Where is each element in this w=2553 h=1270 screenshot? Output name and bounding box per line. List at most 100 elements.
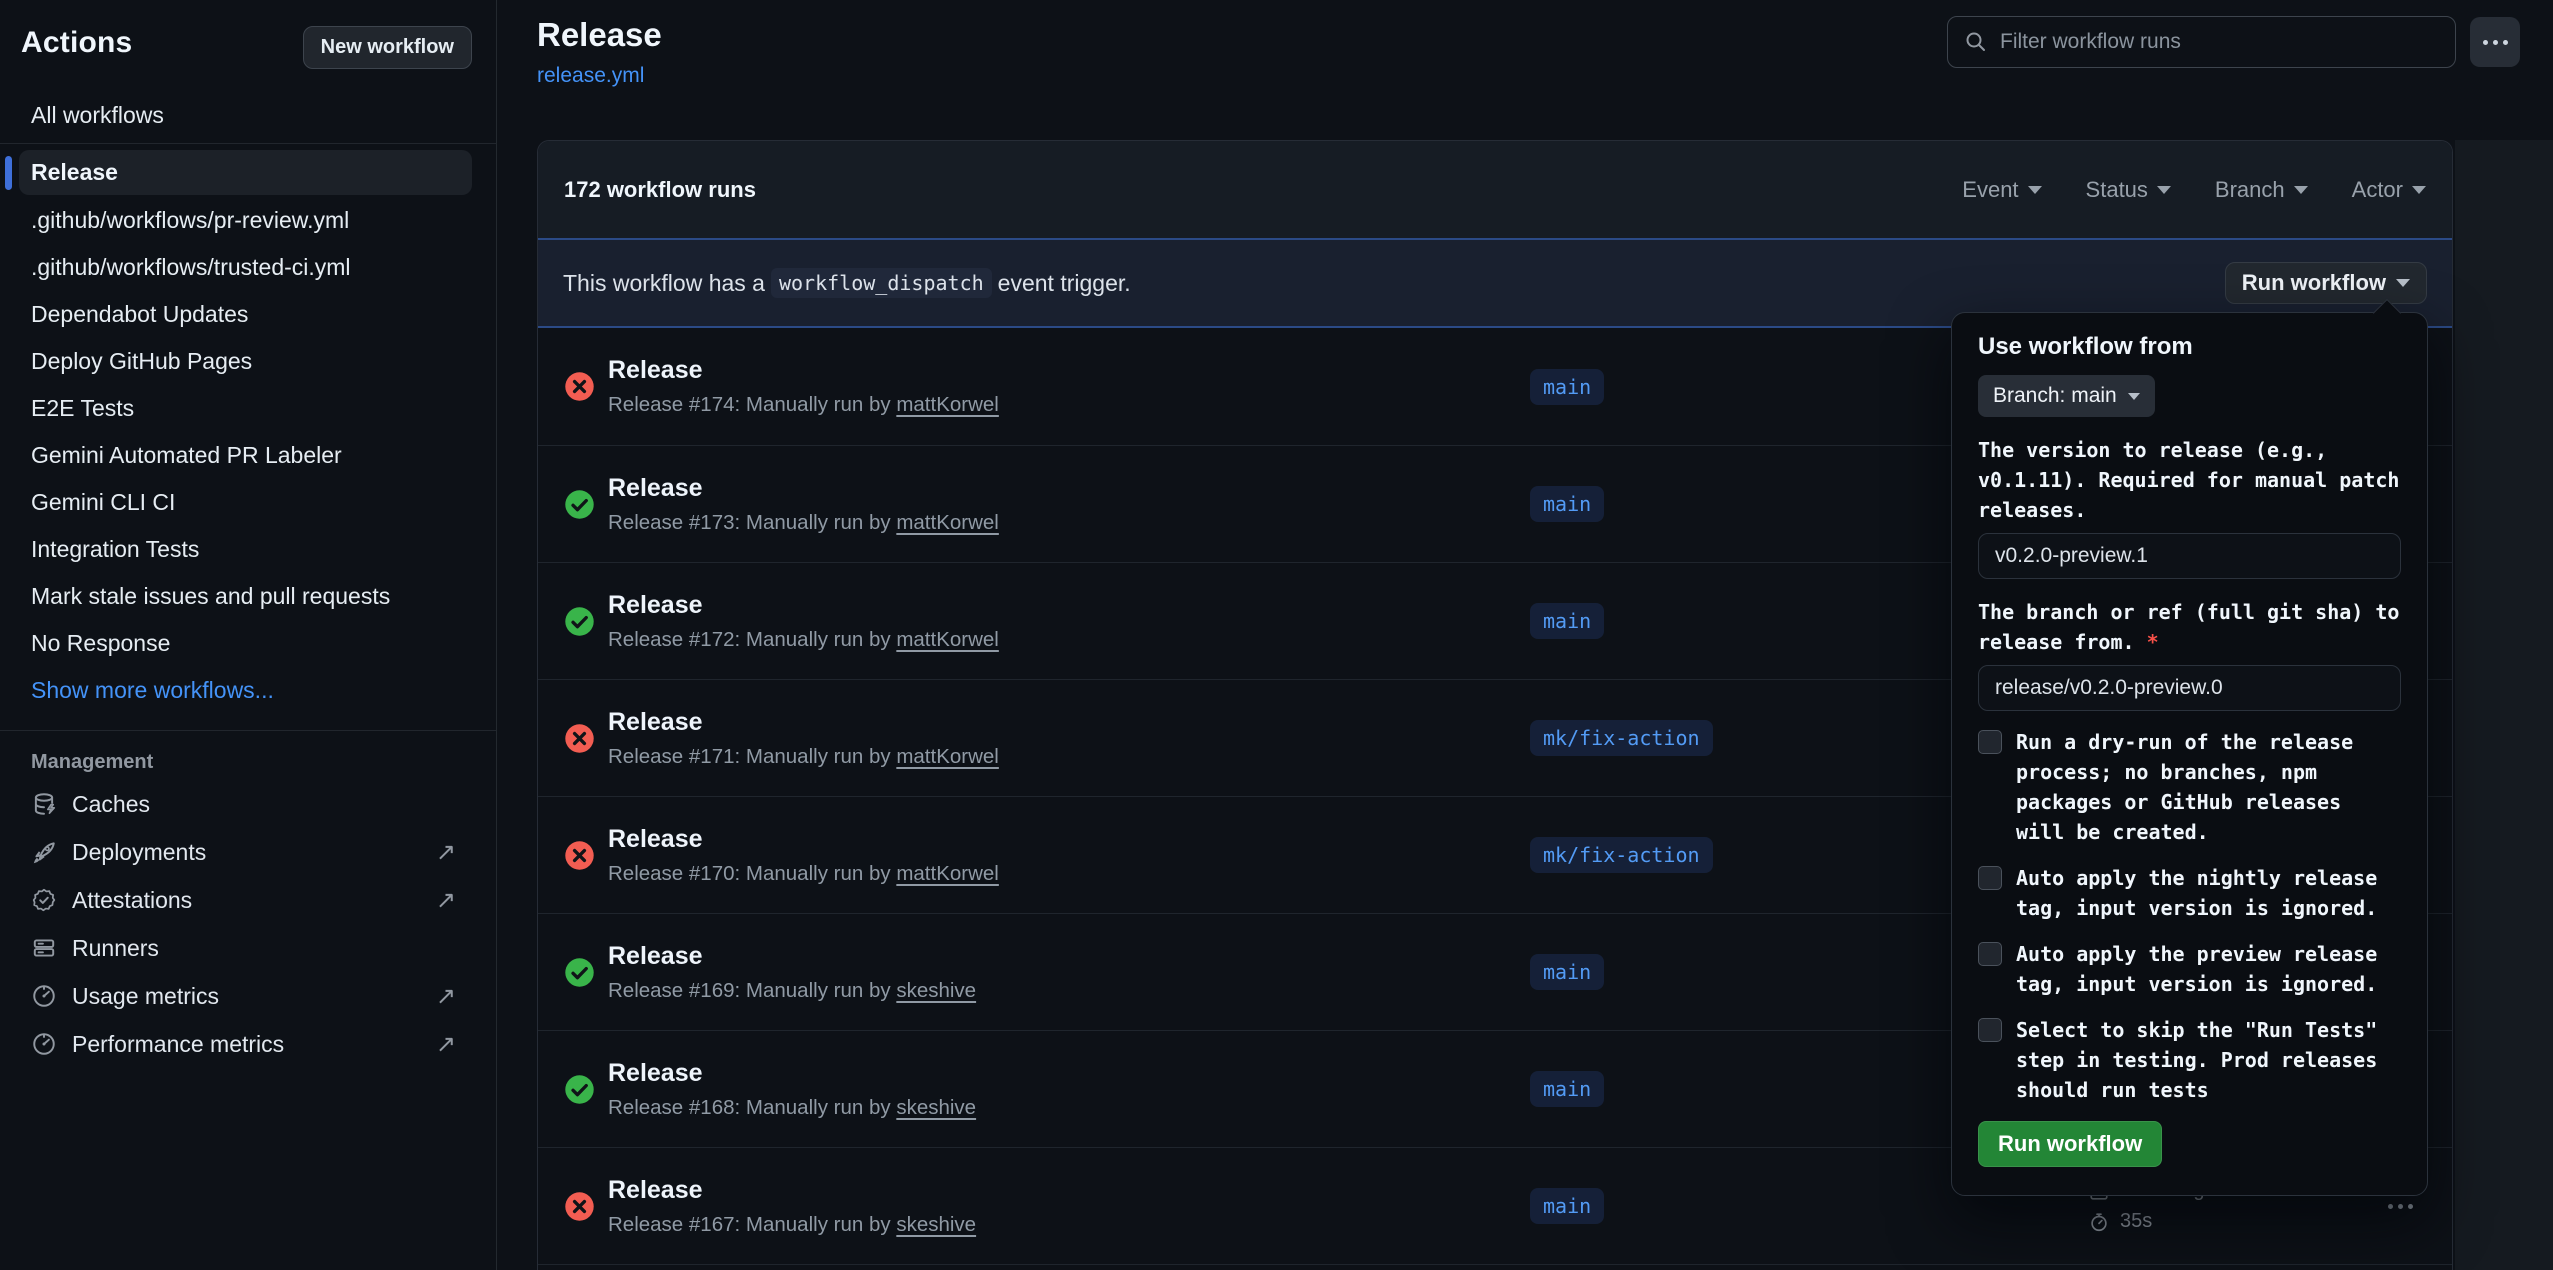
run-description: Release #172: Manually run by mattKorwel	[608, 628, 999, 652]
runs-filter-event[interactable]: Event	[1962, 177, 2041, 203]
cache-icon	[31, 791, 57, 817]
runs-count: 172 workflow runs	[564, 177, 756, 203]
run-actor-link[interactable]: mattKorwel	[896, 745, 999, 768]
workflow-file-link[interactable]: release.yml	[537, 64, 644, 88]
chevron-down-icon	[2294, 186, 2308, 194]
sidebar-management-item[interactable]: Deployments ↗	[0, 828, 496, 876]
run-actor-link[interactable]: skeshive	[896, 979, 976, 1002]
run-actor-link[interactable]: mattKorwel	[896, 511, 999, 534]
sidebar-management-item[interactable]: Runners	[0, 924, 496, 972]
run-workflow-submit-button[interactable]: Run workflow	[1978, 1121, 2162, 1167]
meter-icon	[31, 983, 57, 1009]
run-description: Release #168: Manually run by skeshive	[608, 1096, 976, 1120]
verified-icon	[31, 887, 57, 913]
failure-icon	[564, 723, 595, 754]
version-input[interactable]	[1978, 533, 2401, 579]
branch-badge[interactable]: mk/fix-action	[1530, 837, 1713, 873]
run-title-link[interactable]: Release	[608, 474, 999, 503]
sidebar-divider	[0, 143, 496, 144]
sidebar-workflow-item[interactable]: E2E Tests	[0, 385, 496, 432]
runs-filter-branch[interactable]: Branch	[2215, 177, 2308, 203]
branch-badge[interactable]: main	[1530, 603, 1604, 639]
sidebar-workflow-item[interactable]: No Response	[0, 620, 496, 667]
checkbox[interactable]	[1978, 730, 2002, 754]
external-link-icon: ↗	[436, 982, 456, 1011]
sidebar-management-item[interactable]: Usage metrics ↗	[0, 972, 496, 1020]
sidebar-title: Actions	[21, 26, 132, 60]
workflow-list: Release.github/workflows/pr-review.yml.g…	[0, 150, 496, 667]
rocket-icon	[31, 839, 57, 865]
run-title-link[interactable]: Release	[608, 356, 999, 385]
table-row-partial	[538, 1264, 2452, 1270]
stopwatch-icon	[2088, 1211, 2110, 1233]
run-title-link[interactable]: Release	[608, 591, 999, 620]
run-title-link[interactable]: Release	[608, 1059, 976, 1088]
ref-input[interactable]	[1978, 665, 2401, 711]
runs-filter-actor[interactable]: Actor	[2352, 177, 2426, 203]
management-heading: Management	[0, 751, 496, 774]
failure-icon	[564, 371, 595, 402]
chevron-down-icon	[2412, 186, 2426, 194]
run-actor-link[interactable]: skeshive	[896, 1213, 976, 1236]
page-gutter	[2455, 140, 2553, 1270]
run-actor-link[interactable]: mattKorwel	[896, 393, 999, 416]
sidebar-workflow-item[interactable]: .github/workflows/pr-review.yml	[0, 197, 496, 244]
run-workflow-popover: Use workflow from Branch: main The versi…	[1951, 312, 2428, 1196]
run-title-link[interactable]: Release	[608, 942, 976, 971]
filter-workflow-runs-input[interactable]	[2000, 30, 2439, 54]
run-title-link[interactable]: Release	[608, 825, 999, 854]
checkbox[interactable]	[1978, 942, 2002, 966]
failure-icon	[564, 840, 595, 871]
run-description: Release #167: Manually run by skeshive	[608, 1213, 976, 1237]
sidebar-workflow-item[interactable]: Gemini Automated PR Labeler	[0, 432, 496, 479]
sidebar-workflow-item[interactable]: Dependabot Updates	[0, 291, 496, 338]
run-title-link[interactable]: Release	[608, 708, 999, 737]
server-icon	[31, 935, 57, 961]
chevron-down-icon	[2396, 279, 2410, 287]
run-description: Release #171: Manually run by mattKorwel	[608, 745, 999, 769]
run-actor-link[interactable]: mattKorwel	[896, 628, 999, 651]
sidebar-management-item[interactable]: Performance metrics ↗	[0, 1020, 496, 1068]
checkbox[interactable]	[1978, 1018, 2002, 1042]
sidebar-divider	[0, 730, 496, 731]
run-workflow-dropdown-button[interactable]: Run workflow	[2225, 262, 2427, 304]
popover-checkbox-group: Auto apply the nightly release tag, inpu…	[1978, 863, 2401, 923]
popover-checkbox-list: Run a dry-run of the release process; no…	[1978, 727, 2401, 1105]
runs-panel-header: 172 workflow runs Event Status Branch Ac…	[538, 141, 2452, 238]
sidebar-workflow-item[interactable]: Deploy GitHub Pages	[0, 338, 496, 385]
branch-badge[interactable]: main	[1530, 486, 1604, 522]
sidebar-workflow-item[interactable]: Integration Tests	[0, 526, 496, 573]
sidebar-workflow-item[interactable]: Release	[19, 150, 472, 195]
sidebar-management-item[interactable]: Caches	[0, 780, 496, 828]
external-link-icon: ↗	[436, 886, 456, 915]
checkbox[interactable]	[1978, 866, 2002, 890]
branch-badge[interactable]: main	[1530, 1188, 1604, 1224]
sidebar-workflow-item[interactable]: Gemini CLI CI	[0, 479, 496, 526]
success-icon	[564, 1074, 595, 1105]
run-description: Release #169: Manually run by skeshive	[608, 979, 976, 1003]
sidebar-workflow-item[interactable]: Mark stale issues and pull requests	[0, 573, 496, 620]
run-options-kebab-button[interactable]	[2375, 1204, 2426, 1209]
ref-field-label: The branch or ref (full git sha) to rele…	[1978, 597, 2401, 657]
sidebar-workflow-item[interactable]: .github/workflows/trusted-ci.yml	[0, 244, 496, 291]
workflow-options-kebab-button[interactable]	[2470, 17, 2520, 67]
run-actor-link[interactable]: skeshive	[896, 1096, 976, 1119]
sidebar-management-item[interactable]: Attestations ↗	[0, 876, 496, 924]
sidebar-item-all-workflows[interactable]: All workflows	[0, 95, 496, 135]
branch-badge[interactable]: main	[1530, 954, 1604, 990]
show-more-workflows-link[interactable]: Show more workflows...	[0, 667, 496, 714]
popover-checkbox-group: Auto apply the preview release tag, inpu…	[1978, 939, 2401, 999]
branch-badge[interactable]: main	[1530, 369, 1604, 405]
runs-filter-status[interactable]: Status	[2086, 177, 2171, 203]
failure-icon	[564, 1191, 595, 1222]
branch-select-button[interactable]: Branch: main	[1978, 375, 2155, 417]
success-icon	[564, 606, 595, 637]
new-workflow-button[interactable]: New workflow	[303, 26, 472, 69]
run-title-link[interactable]: Release	[608, 1176, 976, 1205]
banner-text-prefix: This workflow has a	[563, 270, 765, 297]
run-actor-link[interactable]: mattKorwel	[896, 862, 999, 885]
popover-checkbox-group: Select to skip the "Run Tests" step in t…	[1978, 1015, 2401, 1105]
branch-badge[interactable]: main	[1530, 1071, 1604, 1107]
branch-badge[interactable]: mk/fix-action	[1530, 720, 1713, 756]
banner-text-suffix: event trigger.	[998, 270, 1131, 297]
